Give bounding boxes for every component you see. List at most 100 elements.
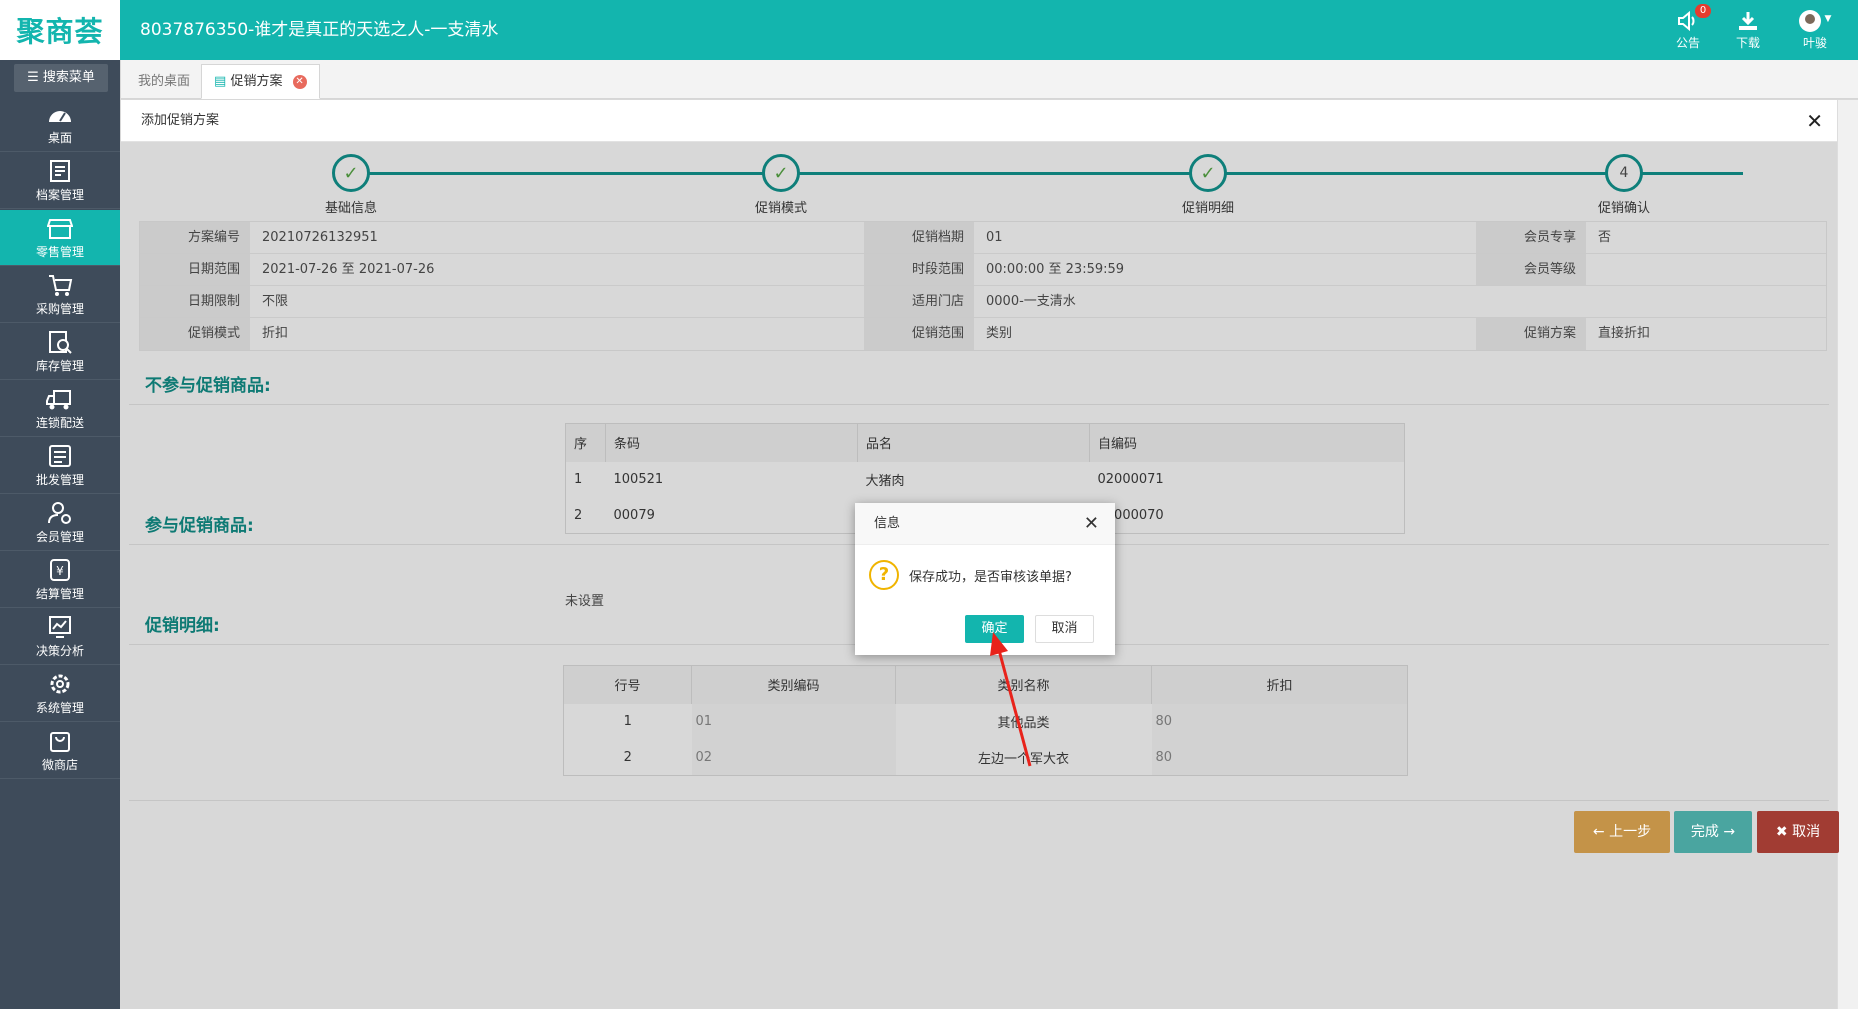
column-header: 行号 (563, 665, 692, 704)
info-value: 01 (986, 230, 1003, 245)
column-header: 类别名称 (895, 665, 1152, 704)
sidebar-item-label: 系统管理 (35, 701, 84, 715)
sidebar-item-label: 批发管理 (35, 473, 84, 487)
download-label: 下载 (1735, 36, 1760, 50)
info-key: 日期范围 (140, 254, 250, 285)
settlement-icon: ¥ (0, 552, 120, 582)
info-key: 适用门店 (864, 286, 974, 317)
tab-my-desktop[interactable]: 我的桌面 (125, 64, 203, 99)
sidebar-item-label: 结算管理 (35, 587, 84, 601)
sidebar-item-analysis[interactable]: 决策分析 (0, 609, 120, 665)
dialog-cancel-button[interactable]: 取消 (1035, 615, 1094, 643)
search-menu-label: 搜索菜单 (42, 70, 95, 85)
tab-promotion-plan[interactable]: ▤ 促销方案 ✕ (201, 64, 320, 99)
member-icon (0, 495, 120, 525)
sidebar-item-label: 会员管理 (35, 530, 84, 544)
category-code-field: 01 (691, 703, 896, 740)
info-value: 否 (1598, 230, 1612, 245)
sidebar-item-system[interactable]: 系统管理 (0, 666, 120, 722)
cell: 2 (574, 507, 583, 523)
info-key: 日期限制 (140, 286, 250, 317)
sidebar-item-label: 桌面 (47, 131, 72, 145)
app-logo[interactable]: 聚商荟 (0, 0, 120, 60)
bag-icon (0, 723, 120, 753)
sidebar-item-label: 库存管理 (35, 359, 84, 373)
info-key: 促销档期 (864, 222, 974, 253)
sidebar-item-inventory[interactable]: 库存管理 (0, 324, 120, 380)
notice-count-badge: 0 (1695, 4, 1711, 18)
scrollbar[interactable] (1837, 100, 1858, 1009)
user-menu[interactable]: ▼ 叶骏 (1790, 8, 1840, 54)
step-promo-detail: ✓ 促销明细 (1148, 154, 1268, 216)
store-icon (0, 210, 120, 240)
dialog-close-icon[interactable]: ✕ (1084, 503, 1099, 545)
table-row[interactable]: 1 01 其他品类 80 (564, 703, 1408, 740)
section-title-detail: 促销明细: (145, 616, 220, 636)
table-row[interactable]: 1 100521 大猪肉 02000071 (566, 462, 1405, 498)
table-row[interactable]: 2 02 左边一个军大衣 80 (564, 739, 1408, 776)
tab-label: 促销方案 (230, 74, 283, 89)
chevron-down-icon: ▼ (1824, 14, 1832, 24)
cell: 2 (623, 749, 632, 765)
download-button[interactable]: 下载 (1723, 8, 1773, 54)
info-row: 方案编号 20210726132951 促销档期 01 会员专享 否 (140, 222, 1826, 254)
search-menu-button[interactable]: ☰ 搜索菜单 (14, 64, 108, 92)
info-value: 2021-07-26 至 2021-07-26 (262, 262, 435, 277)
sidebar-item-retail[interactable]: 零售管理 (0, 210, 120, 266)
previous-step-button[interactable]: ← 上一步 (1574, 811, 1670, 853)
sidebar-item-distribution[interactable]: 连锁配送 (0, 381, 120, 437)
info-value: 类别 (986, 326, 1013, 341)
step-label: 促销确认 (1597, 201, 1650, 216)
inventory-icon (0, 324, 120, 354)
sidebar-item-label: 零售管理 (35, 245, 84, 259)
sidebar-item-wholesale[interactable]: 批发管理 (0, 438, 120, 494)
cell: 大猪肉 (865, 474, 905, 489)
step-promo-confirm: 4 促销确认 (1564, 154, 1684, 216)
step-label: 基础信息 (324, 201, 377, 216)
dashboard-icon (0, 96, 120, 126)
analysis-icon (0, 609, 120, 639)
section-title-included: 参与促销商品: (145, 516, 254, 536)
cell: 00079 (613, 507, 655, 523)
step-basic-info: ✓ 基础信息 (291, 154, 411, 216)
sidebar-item-label: 采购管理 (35, 302, 84, 316)
sidebar-item-microstore[interactable]: 微商店 (0, 723, 120, 779)
cell: 左边一个军大衣 (977, 751, 1069, 767)
cell: 其他品类 (997, 716, 1050, 731)
sidebar-item-desktop[interactable]: 桌面 (0, 96, 120, 152)
check-icon: ✓ (762, 154, 800, 192)
column-header: 类别编码 (691, 665, 896, 704)
info-key: 会员等级 (1476, 254, 1586, 285)
tab-close-icon[interactable]: ✕ (292, 74, 307, 89)
step-number: 4 (1605, 154, 1643, 192)
download-icon (1723, 8, 1773, 32)
confirm-dialog: 信息 ✕ ? 保存成功，是否审核该单据? 确定 取消 (855, 503, 1115, 655)
sidebar-item-archive[interactable]: 档案管理 (0, 153, 120, 209)
gear-icon (0, 666, 120, 696)
dialog-confirm-button[interactable]: 确定 (965, 615, 1024, 643)
steps-progress-line (343, 172, 1743, 175)
notice-label: 公告 (1675, 36, 1700, 50)
tab-strip: 我的桌面 ▤ 促销方案 ✕ (121, 60, 1858, 99)
column-header: 自编码 (1089, 423, 1405, 462)
info-value: 20210726132951 (262, 230, 378, 245)
sidebar-item-member[interactable]: 会员管理 (0, 495, 120, 551)
sidebar-item-label: 连锁配送 (35, 416, 84, 430)
panel-title: 添加促销方案 (141, 113, 220, 128)
finish-button[interactable]: 完成 → (1674, 811, 1752, 853)
panel-header: 添加促销方案 ✕ (121, 100, 1837, 142)
cell: 1 (623, 714, 632, 729)
discount-field[interactable]: 80 (1151, 739, 1408, 776)
close-icon[interactable]: ✕ (1806, 100, 1823, 142)
dialog-title: 信息 (874, 516, 901, 531)
cell: 100521 (613, 472, 664, 487)
discount-field[interactable]: 80 (1151, 703, 1408, 740)
notice-button[interactable]: 0 公告 (1663, 4, 1713, 54)
sidebar-item-settlement[interactable]: ¥ 结算管理 (0, 552, 120, 608)
check-icon: ✓ (332, 154, 370, 192)
info-value: 折扣 (262, 326, 289, 341)
cell: 02000070 (1097, 507, 1164, 523)
cancel-button[interactable]: ✖ 取消 (1757, 811, 1839, 853)
sidebar-item-purchase[interactable]: 采购管理 (0, 267, 120, 323)
promo-detail-table: 行号 类别编码 类别名称 折扣 1 01 其他品类 80 2 02 左边一个军大… (563, 665, 1408, 776)
